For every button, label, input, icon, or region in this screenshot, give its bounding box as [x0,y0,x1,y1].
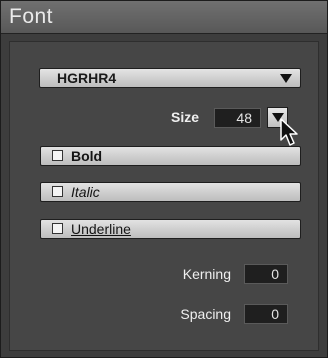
underline-checkbox[interactable] [52,223,63,234]
italic-checkbox[interactable] [52,186,63,197]
spacing-input[interactable]: 0 [244,304,288,324]
italic-toggle[interactable]: Italic [40,182,301,202]
panel-title-bar[interactable]: Font [1,1,327,34]
bold-toggle[interactable]: Bold [40,146,301,166]
font-family-value: HGRHR4 [57,70,117,86]
font-family-dropdown[interactable]: HGRHR4 [39,68,301,88]
underline-toggle[interactable]: Underline [40,219,301,239]
underline-label: Underline [71,221,131,237]
panel-title: Font [9,5,54,28]
bold-label: Bold [71,148,103,164]
triangle-down-icon [280,74,292,83]
font-panel: Font HGRHR4 Size 48 Bold Italic Underlin… [0,0,328,358]
kerning-input[interactable]: 0 [244,264,288,284]
italic-label: Italic [71,184,100,200]
spacing-label: Spacing [180,306,231,322]
bold-checkbox[interactable] [52,150,63,161]
kerning-value: 0 [271,266,279,282]
size-value: 48 [236,110,252,126]
spacing-value: 0 [271,306,279,322]
size-label: Size [170,109,199,125]
kerning-label: Kerning [182,266,231,282]
size-input[interactable]: 48 [214,108,261,128]
